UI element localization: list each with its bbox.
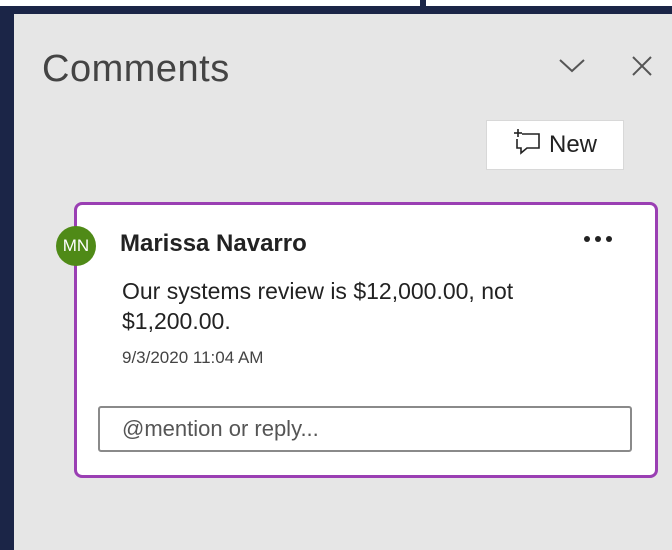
chevron-down-icon[interactable] (556, 50, 588, 82)
avatar: MN (56, 226, 96, 266)
window-frame: Comments New MN Marissa Navarro Our syst… (0, 0, 672, 550)
comment-body: Our systems review is $12,000.00, not $1… (122, 278, 514, 334)
close-icon[interactable] (626, 50, 658, 82)
new-comment-label: New (548, 131, 597, 158)
new-comment-icon (513, 128, 541, 163)
document-area (0, 0, 420, 6)
comment-timestamp: 9/3/2020 11:04 AM (122, 348, 264, 367)
new-comment-button[interactable]: New (486, 120, 624, 170)
reply-input[interactable] (98, 406, 632, 452)
document-area-right (426, 0, 672, 6)
more-options-icon[interactable] (580, 226, 616, 252)
comment-author: Marissa Navarro (120, 230, 307, 257)
comments-pane: Comments New MN Marissa Navarro Our syst… (14, 14, 672, 550)
pane-title: Comments (42, 48, 230, 90)
